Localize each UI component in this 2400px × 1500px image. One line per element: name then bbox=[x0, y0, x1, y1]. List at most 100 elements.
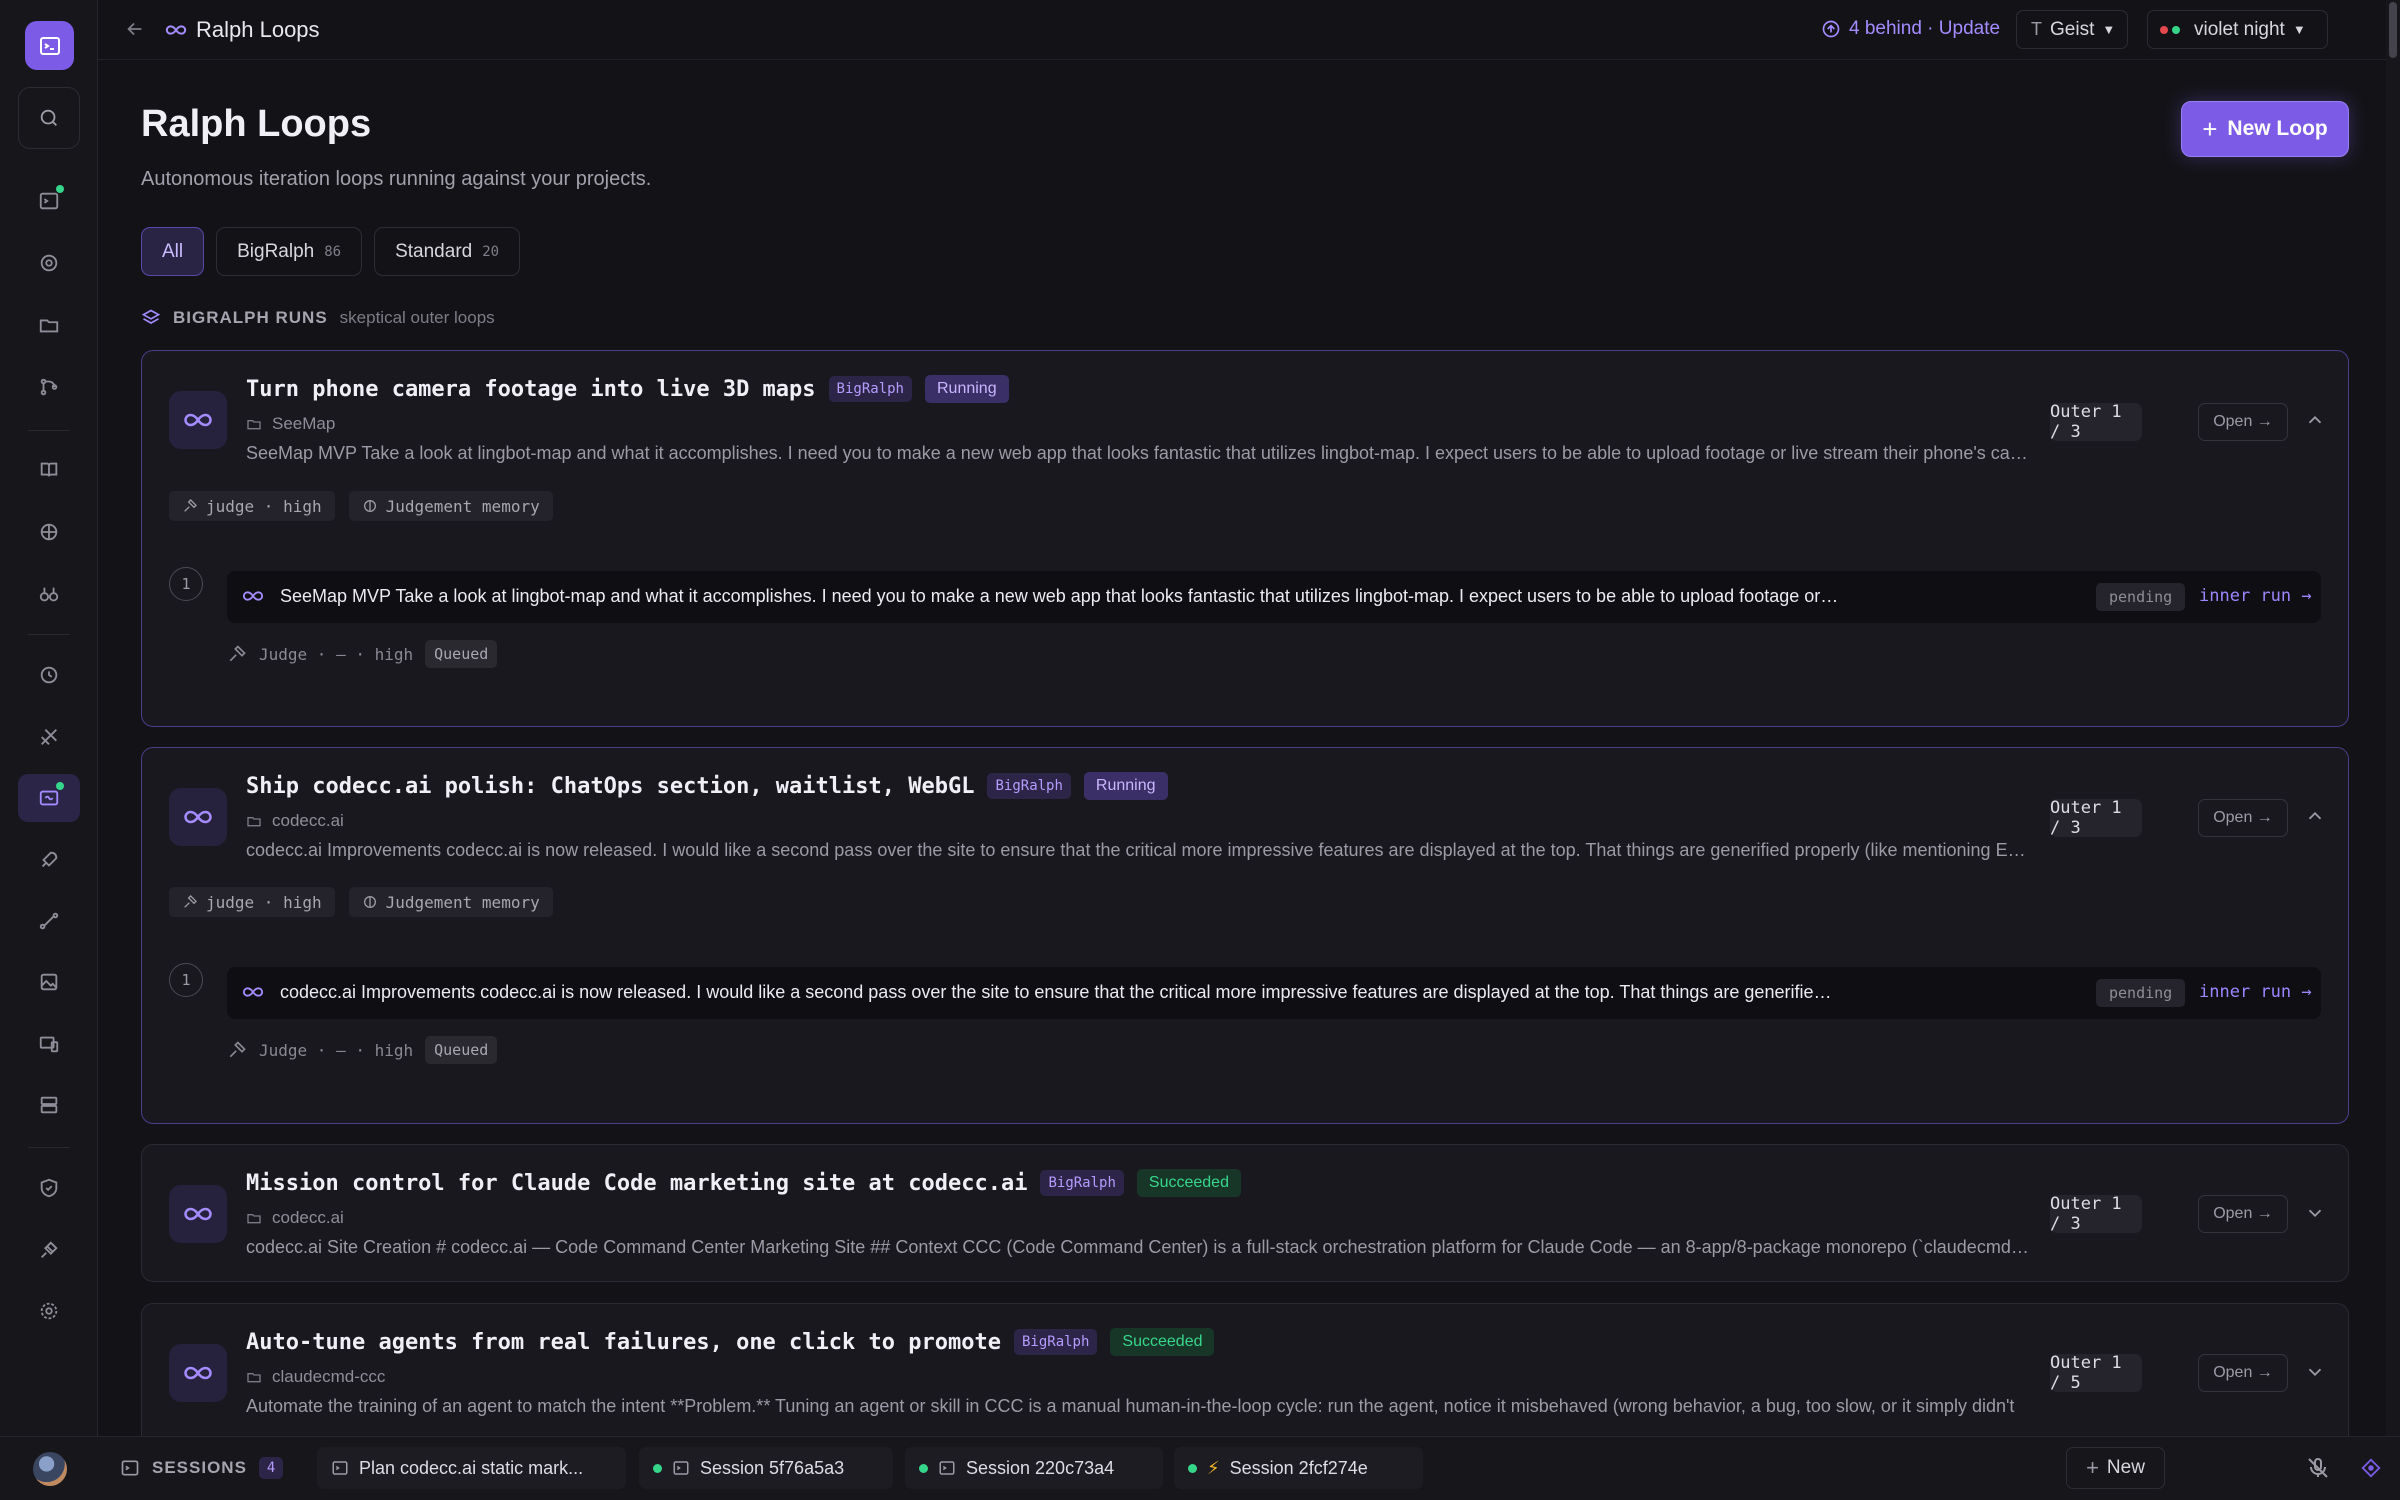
project-name: codecc.ai bbox=[272, 1208, 344, 1227]
rail-git-icon[interactable] bbox=[18, 363, 80, 411]
lightning-icon: ⚡ bbox=[1207, 1457, 1220, 1478]
rail-binoculars-icon[interactable] bbox=[18, 570, 80, 618]
new-loop-button[interactable]: + New Loop bbox=[2181, 101, 2349, 157]
card-description: SeeMap MVP Take a look at lingbot-map an… bbox=[246, 443, 2030, 463]
rail-folder-icon[interactable] bbox=[18, 301, 80, 349]
session-tab[interactable]: Session 220c73a4 bbox=[905, 1447, 1163, 1489]
inner-run-link[interactable]: inner run → bbox=[2199, 586, 2312, 606]
bigralph-badge: BigRalph bbox=[987, 773, 1071, 799]
theme-label: violet night bbox=[2194, 18, 2285, 40]
status-badge: Running bbox=[924, 375, 1009, 403]
inner-step-row[interactable]: SeeMap MVP Take a look at lingbot-map an… bbox=[227, 571, 2321, 623]
chevron-down-icon[interactable] bbox=[2304, 1202, 2326, 1229]
chevron-down-icon: ▼ bbox=[2292, 22, 2306, 37]
pending-badge: pending bbox=[2096, 583, 2186, 611]
terminal-icon bbox=[673, 1461, 689, 1475]
window-title: Ralph Loops bbox=[196, 17, 320, 42]
infinity-icon bbox=[169, 391, 227, 449]
rail-book-icon[interactable] bbox=[18, 446, 80, 494]
rail-image-icon[interactable] bbox=[18, 958, 80, 1006]
open-button[interactable]: Open → bbox=[2198, 799, 2288, 837]
sessions-header[interactable]: SESSIONS 4 bbox=[120, 1457, 284, 1479]
user-avatar[interactable] bbox=[33, 1452, 67, 1486]
infinity-icon bbox=[169, 1344, 227, 1402]
filter-bigralph[interactable]: BigRalph 86 bbox=[216, 227, 363, 276]
gavel-icon bbox=[229, 645, 246, 662]
status-dot bbox=[919, 1463, 928, 1473]
rail-clock-icon[interactable] bbox=[18, 651, 80, 699]
infinity-icon bbox=[242, 585, 264, 612]
chevron-down-icon[interactable] bbox=[2304, 1361, 2326, 1388]
rail-rocket-icon[interactable] bbox=[18, 836, 80, 884]
judge-row: Judge · — · high Queued bbox=[227, 640, 498, 668]
bigralph-badge: BigRalph bbox=[1013, 1329, 1098, 1355]
rail-target-icon[interactable] bbox=[18, 239, 80, 287]
theme-swatch-red bbox=[2160, 25, 2168, 34]
inner-step-text: codecc.ai Improvements codecc.ai is now … bbox=[280, 982, 1840, 1002]
rail-plug-icon[interactable] bbox=[18, 1226, 80, 1274]
chip-label: Judgement memory bbox=[385, 496, 540, 516]
sessions-count: 4 bbox=[258, 1457, 284, 1479]
loop-card[interactable]: Mission control for Claude Code marketin… bbox=[141, 1144, 2349, 1282]
queued-badge: Queued bbox=[425, 640, 498, 668]
gavel-icon bbox=[184, 499, 197, 512]
theme-select[interactable]: violet night ▼ bbox=[2147, 10, 2328, 49]
arrow-up-circle-icon bbox=[1822, 20, 1840, 38]
folder-icon bbox=[247, 817, 261, 827]
new-session-button[interactable]: + New bbox=[2066, 1447, 2165, 1489]
page-subtitle: Autonomous iteration loops running again… bbox=[141, 168, 652, 190]
mic-off-icon[interactable] bbox=[2306, 1456, 2330, 1485]
scrollbar[interactable] bbox=[2386, 0, 2400, 1436]
update-link[interactable]: 4 behind · Update bbox=[1821, 18, 2000, 40]
session-tab[interactable]: Plan codecc.ai static mark... bbox=[317, 1447, 626, 1489]
step-number: 1 bbox=[169, 567, 203, 601]
loop-card[interactable]: Turn phone camera footage into live 3D m… bbox=[141, 350, 2349, 727]
inner-step-row[interactable]: codecc.ai Improvements codecc.ai is now … bbox=[227, 967, 2321, 1019]
judge-chip: judge · high bbox=[169, 887, 335, 917]
session-tab[interactable]: ⚡ Session 2fcf274e bbox=[1174, 1447, 1423, 1489]
chip-label: Judgement memory bbox=[385, 892, 540, 912]
status-dot bbox=[653, 1463, 662, 1473]
rail-terminal-icon[interactable] bbox=[18, 177, 80, 225]
rail-settings-icon[interactable] bbox=[18, 1287, 80, 1335]
loop-card[interactable]: Ship codecc.ai polish: ChatOps section, … bbox=[141, 747, 2349, 1124]
left-rail bbox=[0, 0, 98, 1436]
gavel-icon bbox=[184, 895, 197, 908]
open-button[interactable]: Open → bbox=[2198, 403, 2288, 441]
app-logo-icon[interactable] bbox=[25, 21, 74, 70]
outer-counter: Outer 1 / 3 bbox=[2050, 1194, 2142, 1234]
rail-shield-icon[interactable] bbox=[18, 1164, 80, 1212]
infinity-icon bbox=[242, 981, 264, 1008]
filter-standard[interactable]: Standard 20 bbox=[374, 227, 521, 276]
session-tab-label: Session 220c73a4 bbox=[966, 1457, 1115, 1478]
rail-plane-icon[interactable] bbox=[18, 713, 80, 761]
chevron-up-icon[interactable] bbox=[2304, 409, 2326, 436]
rail-route-icon[interactable] bbox=[18, 897, 80, 945]
filter-count: 20 bbox=[482, 243, 500, 260]
filter-count: 86 bbox=[324, 243, 342, 260]
rail-brain-icon[interactable] bbox=[18, 508, 80, 556]
pending-badge: pending bbox=[2096, 979, 2186, 1007]
filter-label: Standard bbox=[395, 240, 473, 262]
open-button[interactable]: Open → bbox=[2198, 1195, 2288, 1233]
chevron-up-icon[interactable] bbox=[2304, 805, 2326, 832]
text-icon: T bbox=[2031, 19, 2042, 39]
open-button[interactable]: Open → bbox=[2198, 1354, 2288, 1392]
diamond-icon[interactable] bbox=[2360, 1457, 2382, 1484]
card-title: Mission control for Claude Code marketin… bbox=[246, 1170, 1028, 1196]
font-select[interactable]: T Geist ▼ bbox=[2016, 10, 2128, 49]
search-icon[interactable] bbox=[18, 87, 80, 149]
terminal-icon bbox=[121, 1460, 139, 1476]
session-tab[interactable]: Session 5f76a5a3 bbox=[639, 1447, 893, 1489]
filter-all[interactable]: All bbox=[141, 227, 205, 276]
back-arrow-icon[interactable] bbox=[124, 18, 146, 45]
infinity-icon bbox=[169, 788, 227, 846]
brain-icon bbox=[363, 500, 376, 512]
inner-run-link[interactable]: inner run → bbox=[2199, 982, 2312, 1002]
rail-loops-icon[interactable] bbox=[18, 774, 80, 822]
page-title: Ralph Loops bbox=[141, 103, 372, 145]
card-project: claudecmd-ccc bbox=[246, 1367, 385, 1387]
rail-devices-icon[interactable] bbox=[18, 1020, 80, 1068]
rail-server-icon[interactable] bbox=[18, 1081, 80, 1129]
judge-chip: judge · high bbox=[169, 491, 335, 521]
